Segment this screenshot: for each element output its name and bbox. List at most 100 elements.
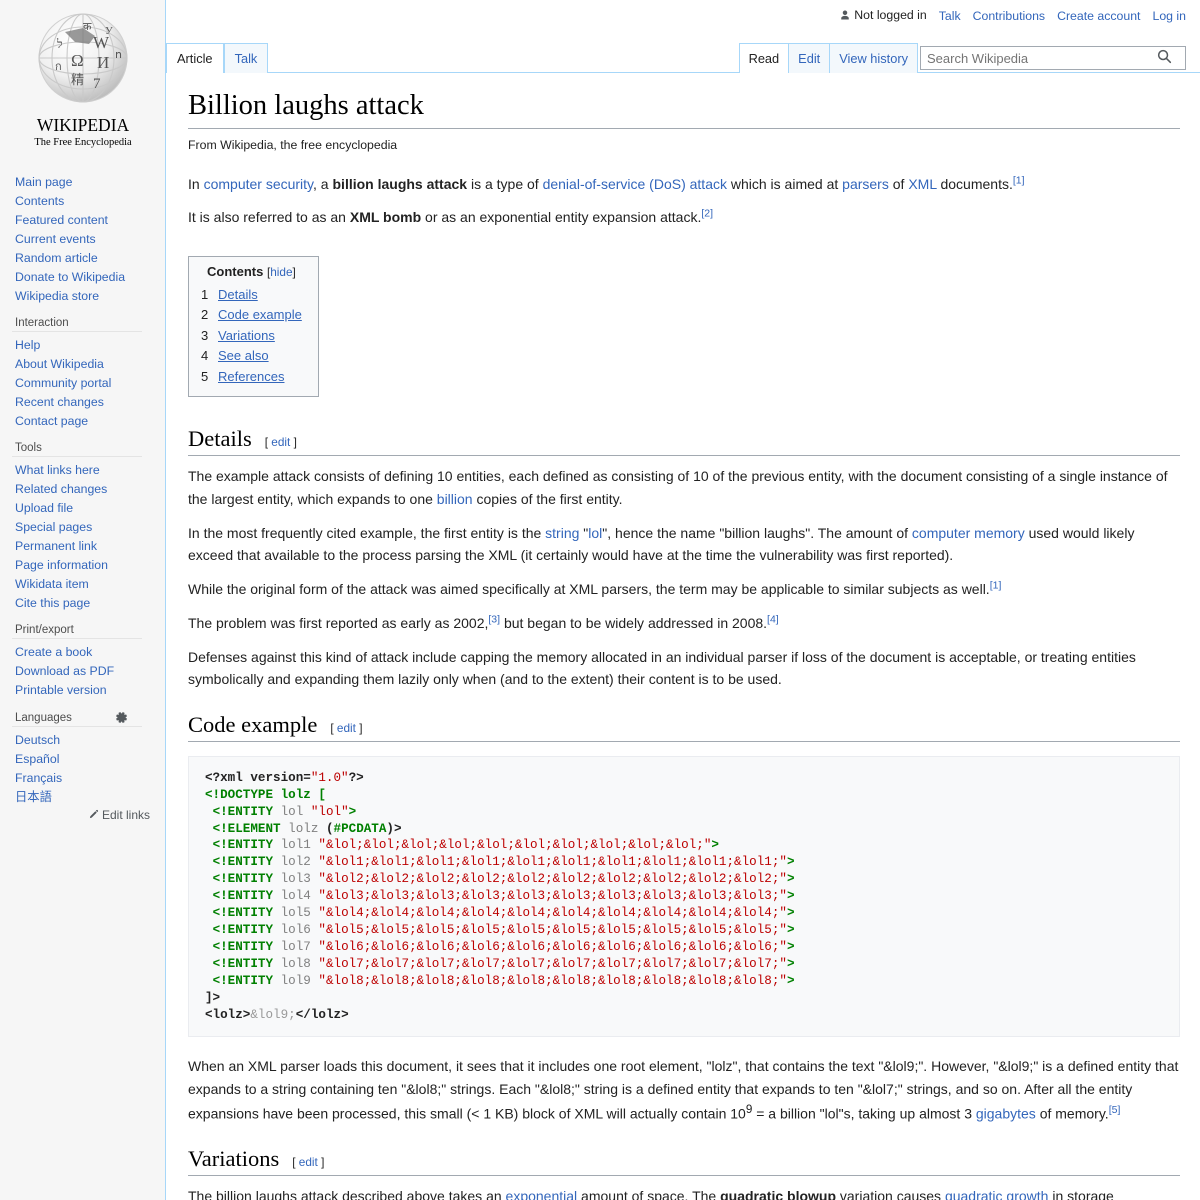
sidebar-item[interactable]: Main page bbox=[12, 172, 165, 191]
sidebar-item[interactable]: Permanent link bbox=[12, 536, 165, 555]
wikipedia-logo[interactable]: Ω W И 精 7 ל У क ก ո WIKIPEDIA The Free E… bbox=[0, 0, 166, 160]
sidebar-item[interactable]: 日本語 bbox=[12, 787, 165, 806]
sidebar-item[interactable]: Donate to Wikipedia bbox=[12, 267, 165, 286]
sidebar-item[interactable]: About Wikipedia bbox=[12, 354, 165, 373]
sidebar-link[interactable]: Current events bbox=[12, 230, 96, 248]
edit-link[interactable]: edit bbox=[337, 721, 356, 735]
reference-marker[interactable]: [1] bbox=[990, 580, 1002, 592]
personal-link-contributions[interactable]: Contributions bbox=[973, 9, 1045, 23]
sidebar-link[interactable]: What links here bbox=[12, 461, 100, 479]
sidebar-link[interactable]: Create a book bbox=[12, 643, 92, 661]
sidebar-link[interactable]: Related changes bbox=[12, 480, 107, 498]
link-quadratic-growth[interactable]: quadratic growth bbox=[945, 1188, 1049, 1200]
tab-read[interactable]: Read bbox=[738, 43, 789, 73]
link-computer-memory[interactable]: computer memory bbox=[912, 525, 1025, 541]
sidebar-item[interactable]: Printable version bbox=[12, 680, 165, 699]
reference-marker[interactable]: [4] bbox=[767, 613, 779, 625]
sidebar-item[interactable]: Related changes bbox=[12, 479, 165, 498]
link-dos-attack[interactable]: denial-of-service (DoS) attack bbox=[543, 176, 727, 192]
link-computer-security[interactable]: computer security bbox=[204, 176, 313, 192]
search-box[interactable] bbox=[920, 46, 1186, 70]
toc-item[interactable]: 1 Details bbox=[201, 285, 302, 306]
edit-section-code-example[interactable]: [ edit ] bbox=[330, 721, 362, 735]
sidebar-link[interactable]: Download as PDF bbox=[12, 662, 114, 680]
sidebar-link[interactable]: Permanent link bbox=[12, 537, 97, 555]
sidebar-link[interactable]: Contact page bbox=[12, 412, 88, 430]
sidebar-link[interactable]: Special pages bbox=[12, 518, 92, 536]
sidebar-item[interactable]: Wikidata item bbox=[12, 574, 165, 593]
sidebar-link[interactable]: Printable version bbox=[12, 681, 107, 699]
search-input[interactable] bbox=[921, 47, 1149, 69]
edit-links-row[interactable]: Edit links bbox=[12, 808, 165, 823]
reference-link[interactable]: [2] bbox=[701, 208, 713, 220]
toc-link-code-example[interactable]: Code example bbox=[218, 307, 302, 322]
sidebar-link[interactable]: Featured content bbox=[12, 211, 108, 229]
reference-link[interactable]: [1] bbox=[1013, 174, 1025, 186]
sidebar-item[interactable]: Français bbox=[12, 768, 165, 787]
sidebar-item[interactable]: What links here bbox=[12, 460, 165, 479]
sidebar-item[interactable]: Page information bbox=[12, 555, 165, 574]
sidebar-link[interactable]: Wikipedia store bbox=[12, 287, 99, 305]
personal-link-talk[interactable]: Talk bbox=[939, 9, 961, 23]
sidebar-item[interactable]: Contact page bbox=[12, 411, 165, 430]
reference-link[interactable]: [1] bbox=[990, 580, 1002, 592]
sidebar-link[interactable]: Contents bbox=[12, 192, 64, 210]
toc-link-details[interactable]: Details bbox=[218, 287, 258, 302]
sidebar-item[interactable]: Recent changes bbox=[12, 392, 165, 411]
sidebar-link[interactable]: Random article bbox=[12, 249, 98, 267]
link-billion[interactable]: billion bbox=[437, 491, 473, 507]
edit-section-details[interactable]: [ edit ] bbox=[265, 435, 297, 449]
sidebar-item[interactable]: Current events bbox=[12, 229, 165, 248]
tab-talk[interactable]: Talk bbox=[223, 43, 269, 73]
edit-link[interactable]: edit bbox=[271, 435, 290, 449]
reference-link[interactable]: [3] bbox=[488, 613, 500, 625]
sidebar-link[interactable]: Recent changes bbox=[12, 393, 104, 411]
toc-link-variations[interactable]: Variations bbox=[218, 328, 275, 343]
sidebar-link[interactable]: Help bbox=[12, 336, 40, 354]
sidebar-item[interactable]: Contents bbox=[12, 191, 165, 210]
gear-icon[interactable] bbox=[115, 711, 128, 724]
sidebar-item[interactable]: Wikipedia store bbox=[12, 286, 165, 305]
personal-link-create-account[interactable]: Create account bbox=[1057, 9, 1140, 23]
edit-section-variations[interactable]: [ edit ] bbox=[292, 1155, 324, 1169]
tab-edit[interactable]: Edit bbox=[788, 43, 830, 73]
tab-article[interactable]: Article bbox=[166, 43, 224, 73]
sidebar-link[interactable]: Donate to Wikipedia bbox=[12, 268, 125, 286]
toc-item[interactable]: 4 See also bbox=[201, 346, 302, 367]
reference-link[interactable]: [4] bbox=[767, 613, 779, 625]
sidebar-item[interactable]: Español bbox=[12, 749, 165, 768]
search-button[interactable] bbox=[1149, 47, 1179, 69]
sidebar-link[interactable]: Upload file bbox=[12, 499, 73, 517]
reference-marker[interactable]: [1] bbox=[1013, 174, 1025, 186]
sidebar-link[interactable]: About Wikipedia bbox=[12, 355, 104, 373]
sidebar-item[interactable]: Featured content bbox=[12, 210, 165, 229]
language-link[interactable]: Español bbox=[12, 750, 59, 768]
toc-link-references[interactable]: References bbox=[218, 369, 284, 384]
toc-item[interactable]: 3 Variations bbox=[201, 326, 302, 347]
sidebar-item[interactable]: Special pages bbox=[12, 517, 165, 536]
sidebar-link[interactable]: Community portal bbox=[12, 374, 111, 392]
sidebar-item[interactable]: Random article bbox=[12, 248, 165, 267]
sidebar-link[interactable]: Cite this page bbox=[12, 594, 90, 612]
personal-link-login[interactable]: Log in bbox=[1152, 9, 1186, 23]
sidebar-item[interactable]: Community portal bbox=[12, 373, 165, 392]
link-xml[interactable]: XML bbox=[908, 176, 936, 192]
link-string[interactable]: string bbox=[545, 525, 579, 541]
sidebar-link[interactable]: Main page bbox=[12, 173, 72, 191]
sidebar-item[interactable]: Download as PDF bbox=[12, 661, 165, 680]
reference-marker[interactable]: [5] bbox=[1109, 1104, 1121, 1116]
sidebar-item[interactable]: Help bbox=[12, 335, 165, 354]
sidebar-item[interactable]: Upload file bbox=[12, 498, 165, 517]
sidebar-link[interactable]: Page information bbox=[12, 556, 108, 574]
language-link[interactable]: Deutsch bbox=[12, 731, 60, 749]
toc-hide-link[interactable]: hide bbox=[270, 265, 292, 279]
reference-link[interactable]: [5] bbox=[1109, 1104, 1121, 1116]
toc-item[interactable]: 5 References bbox=[201, 367, 302, 388]
sidebar-item[interactable]: Create a book bbox=[12, 642, 165, 661]
link-gigabytes[interactable]: gigabytes bbox=[976, 1105, 1036, 1121]
language-link[interactable]: Français bbox=[12, 769, 62, 787]
tab-view-history[interactable]: View history bbox=[829, 43, 918, 73]
sidebar-item[interactable]: Deutsch bbox=[12, 730, 165, 749]
sidebar-item[interactable]: Cite this page bbox=[12, 593, 165, 612]
edit-links-label[interactable]: Edit links bbox=[102, 808, 150, 822]
